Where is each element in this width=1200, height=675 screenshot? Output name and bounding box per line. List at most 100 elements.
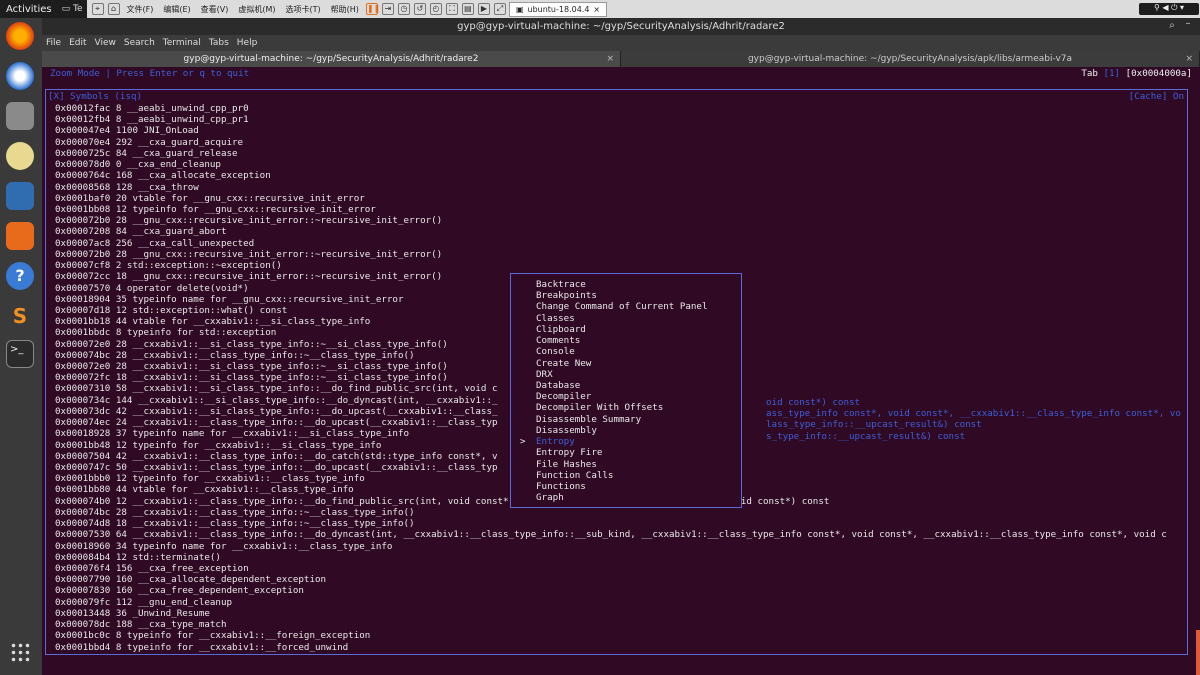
close-tab-icon[interactable]: ×	[1185, 51, 1193, 67]
rhythmbox-icon[interactable]	[6, 142, 34, 170]
send-keys-icon[interactable]: ⇥	[381, 3, 394, 15]
symbol-row: 0x00012fac 8 __aeabi_unwind_cpp_pr0	[55, 103, 249, 114]
menu-item[interactable]: File Hashes	[536, 459, 707, 470]
symbol-row: 0x00007cf8 2 std::exception::~exception(…	[55, 260, 282, 272]
vm-menu-view[interactable]: 查看(V)	[197, 4, 233, 15]
terminal-menubar: File Edit View Search Terminal Tabs Help	[42, 35, 1200, 51]
pause-icon[interactable]: ❚❚	[365, 3, 380, 15]
terminal-tab-2[interactable]: gyp@gyp-virtual-machine: ~/gyp/SecurityA…	[621, 51, 1200, 67]
current-address: [0x0004000a]	[1120, 68, 1192, 79]
menu-view[interactable]: View	[95, 38, 116, 48]
overflow-line: s_type_info::__upcast_result&) const	[766, 430, 966, 442]
menu-item[interactable]: Decompiler With Offsets	[536, 402, 707, 413]
symbol-row: 0x000072b0 28 __gnu_cxx::recursive_init_…	[55, 248, 443, 260]
symbol-row: 0x00013448 36 _Unwind_Resume	[55, 607, 210, 619]
software-icon[interactable]	[6, 222, 34, 250]
menu-item[interactable]: Function Calls	[536, 470, 707, 481]
symbol-row: 0x000076f4 156 __cxa_free_exception	[55, 562, 249, 574]
window-title: gyp@gyp-virtual-machine: ~/gyp/SecurityA…	[457, 21, 785, 32]
symbol-row: 0x00008568 128 __cxa_throw	[55, 181, 199, 193]
pin-icon[interactable]: ⌖	[91, 3, 104, 15]
manage-snapshots-icon[interactable]: ◴	[429, 3, 442, 15]
menu-item[interactable]: Clipboard	[536, 324, 707, 335]
symbols-panel[interactable]: [X] Symbols (isq) [Cache] On 0x00012fac …	[45, 89, 1188, 655]
tab-label: Tab	[1081, 68, 1104, 79]
selection-arrow: >	[520, 436, 526, 447]
vm-tab-te[interactable]: ▭ Te	[58, 4, 87, 14]
menu-item[interactable]: Disassembly	[536, 425, 707, 436]
ubuntu-dock: ? S >_	[0, 18, 42, 675]
tab-label: gyp@gyp-virtual-machine: ~/gyp/SecurityA…	[183, 54, 479, 64]
menu-tabs[interactable]: Tabs	[209, 38, 229, 48]
menu-item[interactable]: Backtrace	[536, 279, 707, 290]
symbol-row: 0x000072b0 28 __gnu_cxx::recursive_init_…	[55, 215, 443, 227]
close-tab-icon[interactable]: ×	[606, 51, 614, 67]
power-icon[interactable]: ⚲ ◀ ⏻ ▾	[1139, 3, 1199, 15]
menu-item[interactable]: Decompiler	[536, 391, 707, 402]
terminal-tabs: gyp@gyp-virtual-machine: ~/gyp/SecurityA…	[42, 51, 1200, 67]
sublime-icon[interactable]: S	[6, 302, 34, 330]
menu-terminal[interactable]: Terminal	[163, 38, 201, 48]
vm-menu-help[interactable]: 帮助(H)	[327, 4, 363, 15]
symbol-row: 0x0000764c 168 __cxa_allocate_exception	[55, 170, 271, 182]
writer-icon[interactable]	[6, 182, 34, 210]
symbol-row: 0x000084b4 12 std::terminate()	[55, 551, 221, 563]
show-apps-icon[interactable]	[10, 642, 30, 662]
vm-menu-edit[interactable]: 编辑(E)	[159, 4, 194, 15]
thunderbird-icon[interactable]	[6, 62, 34, 90]
panel-title: [X] Symbols (isq)	[48, 91, 143, 102]
menu-item[interactable]: Comments	[536, 335, 707, 346]
symbol-row: 0x0001baf0 20 vtable for __gnu_cxx::recu…	[55, 192, 365, 204]
r2-panels[interactable]: Zoom Mode | Press Enter or q to quit Tab…	[42, 67, 1200, 675]
menu-item[interactable]: Entropy Fire	[536, 447, 707, 458]
menu-item[interactable]: Console	[536, 346, 707, 357]
menu-list: Backtrace Breakpoints Change Command of Cu…	[536, 279, 707, 503]
menu-item[interactable]: Classes	[536, 313, 707, 324]
r2-header: Zoom Mode | Press Enter or q to quit Tab…	[50, 68, 1192, 80]
vm-menu-tabs[interactable]: 选项卡(T)	[282, 4, 325, 15]
activities-button[interactable]: Activities	[0, 4, 58, 15]
symbol-row: 0x00007530 64 __cxxabiv1::__class_type_i…	[55, 529, 1167, 541]
terminal-titlebar: gyp@gyp-virtual-machine: ~/gyp/SecurityA…	[42, 18, 1200, 35]
fullscreen-icon[interactable]: ⛶	[445, 3, 458, 15]
menu-file[interactable]: File	[46, 38, 61, 48]
menu-item[interactable]: Disassemble Summary	[536, 414, 707, 425]
stretch-icon[interactable]: ⤢	[493, 3, 506, 15]
firefox-icon[interactable]	[6, 22, 34, 50]
files-icon[interactable]	[6, 102, 34, 130]
menu-item[interactable]: Change Command of Current Panel	[536, 301, 707, 312]
terminal-icon[interactable]: >_	[6, 340, 34, 368]
menu-item[interactable]: DRX	[536, 369, 707, 380]
home-icon[interactable]: ⌂	[107, 3, 120, 15]
minimize-icon[interactable]: –	[1182, 18, 1194, 30]
tab-label: gyp@gyp-virtual-machine: ~/gyp/SecurityA…	[747, 54, 1073, 64]
menu-search[interactable]: Search	[124, 38, 155, 48]
search-icon[interactable]: ⌕	[1166, 20, 1178, 32]
menu-item[interactable]: Breakpoints	[536, 290, 707, 301]
symbol-row: 0x00012fb4 8 __aeabi_unwind_cpp_pr1	[55, 114, 249, 126]
menu-item[interactable]: Functions	[536, 481, 707, 492]
menu-item[interactable]: Database	[536, 380, 707, 391]
snapshot-icon[interactable]: ◷	[397, 3, 410, 15]
symbol-row: 0x00018960 34 typeinfo name for __cxxabi…	[55, 540, 393, 552]
help-icon[interactable]: ?	[6, 262, 34, 290]
menu-edit[interactable]: Edit	[69, 38, 86, 48]
close-icon[interactable]: ×	[593, 5, 600, 14]
vm-icon: ▣	[515, 4, 524, 14]
unity-icon[interactable]: ▤	[461, 3, 474, 15]
console-icon[interactable]: ▶	[477, 3, 490, 15]
symbol-row: 0x000070e4 292 __cxa_guard_acquire	[55, 136, 244, 148]
vm-menu-file[interactable]: 文件(F)	[123, 4, 158, 15]
menu-item[interactable]: Entropy	[536, 436, 707, 447]
panel-command-menu[interactable]: > Backtrace Breakpoints Change Command of …	[510, 273, 742, 508]
symbol-row: 0x000079fc 112 __gnu_end_cleanup	[55, 596, 233, 608]
vm-menu-vm[interactable]: 虚拟机(M)	[234, 4, 279, 15]
zoom-hint: Zoom Mode | Press Enter or q to quit	[50, 68, 250, 79]
menu-help[interactable]: Help	[237, 38, 258, 48]
symbol-row: 0x00007ac8 256 __cxa_call_unexpected	[55, 237, 255, 249]
terminal-tab-1[interactable]: gyp@gyp-virtual-machine: ~/gyp/SecurityA…	[42, 51, 621, 67]
vm-tab-ubuntu[interactable]: ▣ ubuntu-18.04.4 ×	[508, 1, 608, 17]
restore-snapshot-icon[interactable]: ↺	[413, 3, 426, 15]
menu-item[interactable]: Create New	[536, 358, 707, 369]
menu-item[interactable]: Graph	[536, 492, 707, 503]
